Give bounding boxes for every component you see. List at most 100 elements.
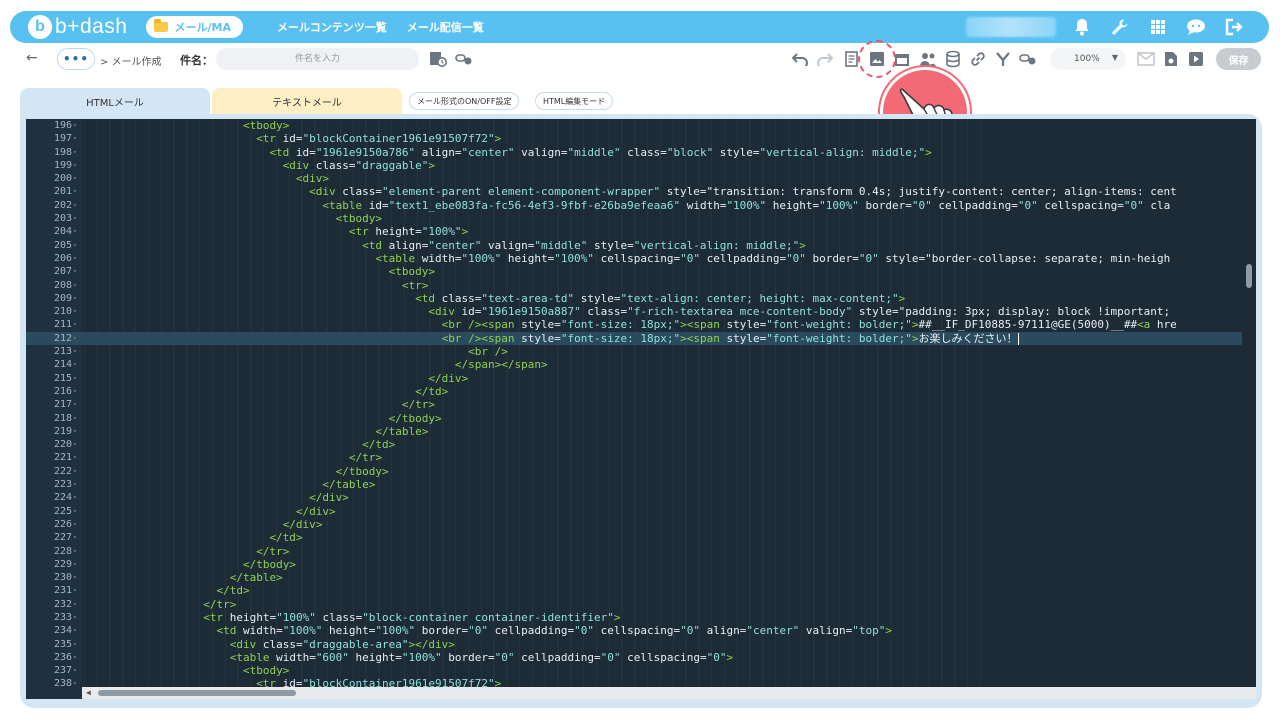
save-button[interactable]: 保存 bbox=[1216, 48, 1261, 70]
code-line[interactable]: 231 ▾ </td> bbox=[26, 584, 1256, 597]
toggle-settings-icon[interactable] bbox=[1018, 49, 1038, 69]
horizontal-scrollbar[interactable]: ◀ bbox=[82, 687, 1256, 699]
fold-marker-icon[interactable]: ▾ bbox=[73, 385, 81, 398]
code-line[interactable]: 200 ▾ <div> bbox=[26, 172, 1256, 185]
mail-format-onoff-button[interactable]: メール形式のON/OFF設定 bbox=[409, 92, 520, 110]
fold-marker-icon[interactable]: ▾ bbox=[73, 372, 81, 385]
fold-marker-icon[interactable]: ▾ bbox=[73, 571, 81, 584]
tab-text-mail[interactable]: テキストメール bbox=[212, 88, 402, 114]
fold-marker-icon[interactable]: ▾ bbox=[73, 531, 81, 544]
code-line[interactable]: 203 ▾ <tbody> bbox=[26, 212, 1256, 225]
code-line[interactable]: 207 ▾ <tbody> bbox=[26, 265, 1256, 278]
code-line[interactable]: 202 ▾ <table id="text1_ebe083fa-fc56-4ef3… bbox=[26, 199, 1256, 212]
html-edit-mode-button[interactable]: HTML編集モード bbox=[535, 92, 614, 110]
code-line[interactable]: 198 ▾ <td id="1961e9150a786" align="cente… bbox=[26, 146, 1256, 159]
code-line[interactable]: 218 ▾ </tbody> bbox=[26, 412, 1256, 425]
fold-marker-icon[interactable]: ▾ bbox=[73, 345, 81, 358]
file-export-icon[interactable] bbox=[1161, 49, 1181, 69]
fold-marker-icon[interactable]: ▾ bbox=[73, 638, 81, 651]
fold-marker-icon[interactable]: ▾ bbox=[73, 292, 81, 305]
code-line[interactable]: 215 ▾ </div> bbox=[26, 372, 1256, 385]
subject-input[interactable] bbox=[216, 48, 419, 70]
logout-icon[interactable] bbox=[1221, 15, 1247, 39]
link-icon[interactable] bbox=[968, 49, 988, 69]
link-settings-icon[interactable] bbox=[454, 49, 474, 69]
code-line[interactable]: 224 ▾ </div> bbox=[26, 491, 1256, 504]
fold-marker-icon[interactable]: ▾ bbox=[73, 398, 81, 411]
code-line[interactable]: 206 ▾ <table width="100%" height="100%" c… bbox=[26, 252, 1256, 265]
horizontal-scroll-thumb[interactable] bbox=[98, 690, 296, 696]
chat-icon[interactable] bbox=[1183, 15, 1209, 39]
code-line[interactable]: 232 ▾ </tr> bbox=[26, 598, 1256, 611]
fold-marker-icon[interactable]: ▾ bbox=[73, 252, 81, 265]
fold-marker-icon[interactable]: ▾ bbox=[73, 199, 81, 212]
fold-marker-icon[interactable]: ▾ bbox=[73, 172, 81, 185]
code-line[interactable]: 204 ▾ <tr height="100%"> bbox=[26, 225, 1256, 238]
code-line[interactable]: 197 ▾ <tr id="blockContainer1961e91507f72… bbox=[26, 132, 1256, 145]
code-line[interactable]: 201 ▾ <div class="element-parent element-… bbox=[26, 185, 1256, 198]
tab-html-mail[interactable]: HTMLメール bbox=[20, 88, 210, 114]
fold-marker-icon[interactable]: ▾ bbox=[73, 146, 81, 159]
code-line[interactable]: 226 ▾ </div> bbox=[26, 518, 1256, 531]
test-mail-icon[interactable] bbox=[1136, 49, 1156, 69]
fold-marker-icon[interactable]: ▾ bbox=[73, 677, 81, 690]
code-line[interactable]: 236 ▾ <table width="600" height="100%" bo… bbox=[26, 651, 1256, 664]
code-line[interactable]: 222 ▾ </tbody> bbox=[26, 465, 1256, 478]
fold-marker-icon[interactable]: ▾ bbox=[73, 664, 81, 677]
undo-icon[interactable] bbox=[790, 49, 810, 69]
fold-marker-icon[interactable]: ▾ bbox=[73, 611, 81, 624]
fold-marker-icon[interactable]: ▾ bbox=[73, 465, 81, 478]
fold-marker-icon[interactable]: ▾ bbox=[73, 159, 81, 172]
code-line[interactable]: 210 ▾ <div id="1961e9150a887" class="f-ri… bbox=[26, 305, 1256, 318]
code-line[interactable]: 227 ▾ </td> bbox=[26, 531, 1256, 544]
vertical-scroll-thumb[interactable] bbox=[1246, 264, 1252, 288]
users-icon[interactable] bbox=[918, 49, 938, 69]
code-line[interactable]: 217 ▾ </tr> bbox=[26, 398, 1256, 411]
database-icon[interactable] bbox=[943, 49, 963, 69]
code-line[interactable]: 219 ▾ </table> bbox=[26, 425, 1256, 438]
preview-play-icon[interactable] bbox=[1186, 49, 1206, 69]
code-line[interactable]: 208 ▾ <tr> bbox=[26, 279, 1256, 292]
fold-marker-icon[interactable]: ▾ bbox=[73, 505, 81, 518]
code-line[interactable]: 223 ▾ </table> bbox=[26, 478, 1256, 491]
code-line[interactable]: 212 ▾ <br /><span style="font-size: 18px;… bbox=[26, 331, 1256, 346]
code-line[interactable]: 235 ▾ <div class="draggable-area"></div> bbox=[26, 638, 1256, 651]
code-line[interactable]: 196 ▾ <tbody> bbox=[26, 119, 1256, 132]
fold-marker-icon[interactable]: ▾ bbox=[73, 491, 81, 504]
fold-marker-icon[interactable]: ▾ bbox=[73, 425, 81, 438]
code-line[interactable]: 209 ▾ <td class="text-area-td" style="tex… bbox=[26, 292, 1256, 305]
fold-marker-icon[interactable]: ▾ bbox=[73, 332, 81, 345]
nav-link-mail-deliveries[interactable]: メール配信一覧 bbox=[407, 19, 484, 35]
fold-marker-icon[interactable]: ▾ bbox=[73, 478, 81, 491]
fold-marker-icon[interactable]: ▾ bbox=[73, 584, 81, 597]
fold-marker-icon[interactable]: ▾ bbox=[73, 119, 81, 132]
nav-pill-mail-ma[interactable]: メール/MA bbox=[146, 16, 243, 38]
back-arrow-icon[interactable]: ← bbox=[26, 50, 38, 66]
code-line[interactable]: 220 ▾ </td> bbox=[26, 438, 1256, 451]
fold-marker-icon[interactable]: ▾ bbox=[73, 598, 81, 611]
code-line[interactable]: 234 ▾ <td width="100%" height="100%" bord… bbox=[26, 624, 1256, 637]
code-line[interactable]: 237 ▾ <tbody> bbox=[26, 664, 1256, 677]
fold-marker-icon[interactable]: ▾ bbox=[73, 212, 81, 225]
code-line[interactable]: 233 ▾ <tr height="100%" class="block-cont… bbox=[26, 611, 1256, 624]
grid-icon[interactable] bbox=[1145, 15, 1171, 39]
fold-marker-icon[interactable]: ▾ bbox=[73, 358, 81, 371]
fold-marker-icon[interactable]: ▾ bbox=[73, 265, 81, 278]
code-line[interactable]: 213 ▾ <br /> bbox=[26, 345, 1256, 358]
schedule-mail-icon[interactable] bbox=[428, 49, 448, 69]
scroll-left-icon[interactable]: ◀ bbox=[86, 688, 91, 697]
code-line[interactable]: 205 ▾ <td align="center" valign="middle" … bbox=[26, 239, 1256, 252]
code-line[interactable]: 230 ▾ </table> bbox=[26, 571, 1256, 584]
logo[interactable]: b b+dash bbox=[28, 15, 127, 39]
branch-icon[interactable] bbox=[993, 49, 1013, 69]
fold-marker-icon[interactable]: ▾ bbox=[73, 624, 81, 637]
code-line[interactable]: 211 ▾ <br /><span style="font-size: 18px;… bbox=[26, 318, 1256, 331]
code-editor[interactable]: 196 ▾ <tbody> 197 ▾ <tr id="blockContainer1… bbox=[26, 119, 1256, 699]
fold-marker-icon[interactable]: ▾ bbox=[73, 239, 81, 252]
more-menu-button[interactable]: ••• bbox=[57, 48, 95, 70]
fold-marker-icon[interactable]: ▾ bbox=[73, 412, 81, 425]
fold-marker-icon[interactable]: ▾ bbox=[73, 132, 81, 145]
bell-icon[interactable] bbox=[1069, 15, 1095, 39]
fold-marker-icon[interactable]: ▾ bbox=[73, 518, 81, 531]
code-line[interactable]: 221 ▾ </tr> bbox=[26, 451, 1256, 464]
